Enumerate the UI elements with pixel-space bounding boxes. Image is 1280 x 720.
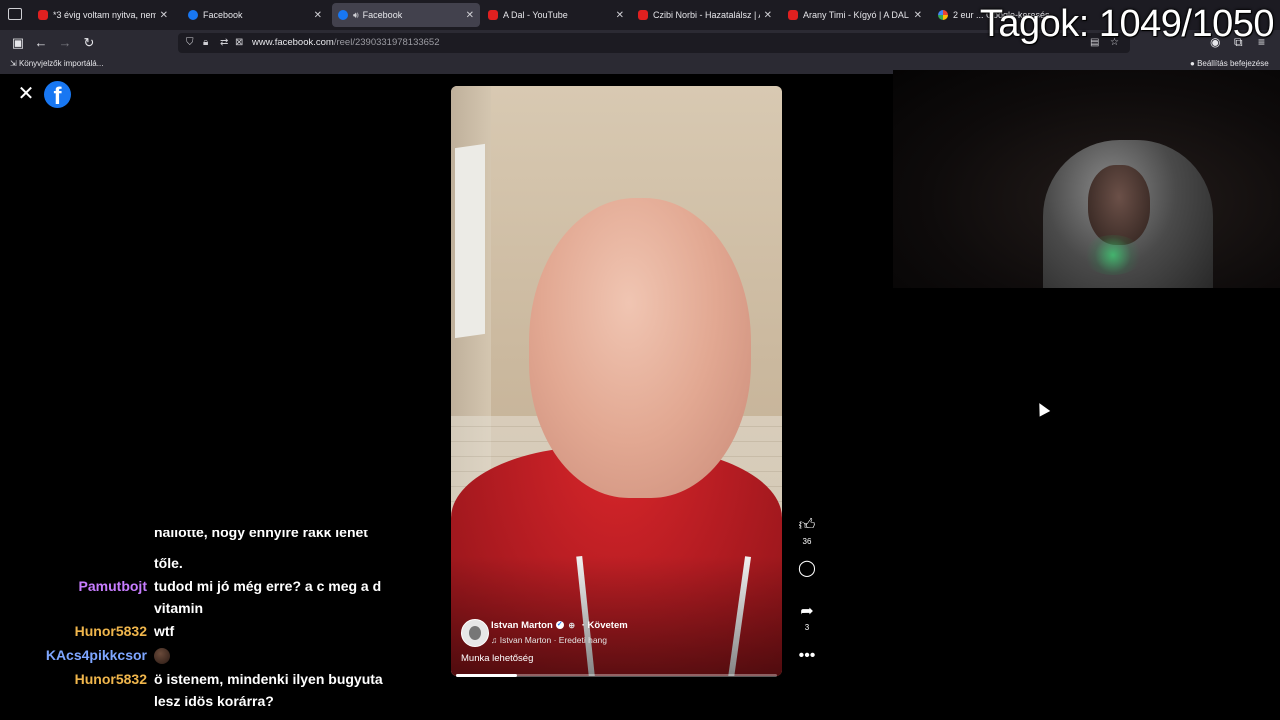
- follow-button[interactable]: · Követem: [582, 620, 628, 631]
- author-name[interactable]: Istvan Marton: [491, 620, 553, 631]
- url-domain: www.facebook.com: [252, 37, 334, 48]
- emote-icon: [154, 648, 170, 665]
- close-tab-icon[interactable]: ✕: [616, 10, 624, 21]
- lock-icon[interactable]: 🔒︎: [203, 37, 208, 48]
- chat-user: Pamutbojt: [78, 578, 147, 594]
- thumbs-up-icon: 👍︎: [798, 517, 816, 534]
- sound-line[interactable]: ♫ Istvan Marton · Eredeti hang: [491, 635, 607, 645]
- tab-label: Czibi Norbi - Hazatalálsz | A DAL: [653, 10, 760, 20]
- video-progress-fill: [456, 674, 517, 677]
- chat-user: KAcs4pikkcsor: [45, 647, 147, 663]
- google-icon: [938, 10, 948, 20]
- facebook-logo[interactable]: f: [44, 81, 71, 108]
- chat-message: ö istenem, mindenki ilyen bugyuta lesz i…: [154, 671, 383, 709]
- chat-user: Hunor5832: [74, 671, 147, 687]
- chat-user: [0, 530, 154, 543]
- tab-label: *3 évig voltam nyitva, nem szer: [53, 10, 156, 20]
- verified-icon: ✓: [555, 621, 564, 630]
- close-icon[interactable]: ✕: [16, 84, 36, 104]
- facebook-icon: [338, 10, 348, 20]
- tab-youtube-3[interactable]: Czibi Norbi - Hazatalálsz | A DAL ✕: [632, 3, 778, 27]
- chat-message: [154, 644, 394, 666]
- music-note-icon: ♫: [491, 635, 498, 645]
- like-count: 36: [802, 537, 812, 546]
- share-count: 3: [804, 623, 810, 632]
- close-tab-icon[interactable]: ✕: [160, 10, 168, 21]
- bookmark-import[interactable]: ⇲ Könyvjelzők importálá...: [10, 59, 103, 68]
- chat-user: Hunor5832: [74, 623, 147, 639]
- green-light: [1083, 235, 1143, 275]
- share-icon: ➦: [800, 603, 814, 620]
- tab-youtube-2[interactable]: A Dal - YouTube ✕: [482, 3, 630, 27]
- author-line: Istvan Marton ✓ ⊕ · Követem: [491, 620, 628, 631]
- chat-message: hallotte, hogy ennyire rakk lehet: [154, 530, 368, 540]
- bookmark-import-label: Könyvjelzők importálá...: [18, 59, 104, 68]
- chat-line: Pamutbojt tudod mi jó még erre? a c meg …: [0, 575, 394, 619]
- chat-line: Hunor5832 ö istenem, mindenki ilyen bugy…: [0, 668, 394, 712]
- reload-icon[interactable]: ↻: [81, 35, 97, 51]
- youtube-icon: [488, 10, 498, 20]
- comment-button[interactable]: ◯: [796, 560, 818, 578]
- chat-line: hallotte, hogy ennyire rakk lehet: [0, 530, 394, 543]
- like-button[interactable]: 👍︎ 36: [796, 517, 818, 547]
- tab-youtube-1[interactable]: *3 évig voltam nyitva, nem szer ✕: [32, 3, 174, 27]
- mouse-cursor-icon: [1034, 400, 1051, 417]
- stream-chat: hallotte, hogy ennyire rakk lehet tőle. …: [0, 530, 420, 720]
- author-avatar[interactable]: [461, 619, 489, 647]
- tab-label: A Dal - YouTube: [503, 10, 568, 20]
- forward-icon[interactable]: →: [57, 35, 73, 51]
- sidebar-icon[interactable]: ▣: [10, 35, 26, 51]
- reel-video[interactable]: [451, 86, 782, 676]
- chat-user: [0, 552, 154, 574]
- tab-youtube-4[interactable]: Arany Timi - Kígyó | A DAL 2026 ✕: [782, 3, 928, 27]
- youtube-icon: [788, 10, 798, 20]
- chat-message: tudod mi jó még erre? a c meg a d vitami…: [154, 578, 382, 616]
- video-progress-bar[interactable]: [456, 674, 777, 677]
- permissions-icon[interactable]: ⇄: [220, 37, 228, 48]
- close-tab-icon[interactable]: ✕: [466, 10, 474, 21]
- chat-message: wtf: [154, 623, 175, 639]
- more-options-button[interactable]: •••: [796, 647, 818, 665]
- facebook-icon: [188, 10, 198, 20]
- close-tab-icon[interactable]: ✕: [314, 10, 322, 21]
- youtube-icon: [638, 10, 648, 20]
- chat-line: KAcs4pikkcsor: [0, 644, 394, 666]
- tab-label: Facebook: [203, 10, 243, 20]
- webcam-overlay: [893, 70, 1280, 288]
- tab-list-icon[interactable]: [8, 8, 22, 20]
- reel-caption: Munka lehetőség: [461, 653, 534, 664]
- url-path: /reel/2390331978133652: [333, 37, 440, 48]
- members-counter: Tagok: 1049/1050: [979, 3, 1275, 45]
- chat-message: tőle.: [154, 555, 183, 571]
- video-paper: [455, 143, 485, 339]
- comment-icon: ◯: [798, 560, 816, 577]
- sound-label: Istvan Marton · Eredeti hang: [499, 635, 608, 645]
- close-tab-icon[interactable]: ✕: [914, 10, 922, 21]
- streamer-face: [1088, 165, 1150, 245]
- tab-label: Facebook: [362, 10, 403, 20]
- shield-icon[interactable]: ⛉: [186, 37, 194, 48]
- bookmark-setup-label: Beállítás befejezése: [1197, 59, 1269, 68]
- chat-line: Hunor5832 wtf: [0, 620, 394, 642]
- close-tab-icon[interactable]: ✕: [764, 10, 772, 21]
- video-head: [529, 198, 751, 498]
- share-button[interactable]: ➦ 3: [796, 603, 818, 633]
- more-icon: •••: [798, 647, 816, 664]
- speaker-icon[interactable]: 🔊︎: [353, 10, 359, 21]
- youtube-icon: [38, 10, 48, 20]
- tab-facebook-1[interactable]: Facebook ✕: [182, 3, 328, 27]
- tab-label: Arany Timi - Kígyó | A DAL 2026: [803, 10, 910, 20]
- bookmark-setup[interactable]: ● Beállítás befejezése: [1190, 59, 1269, 68]
- url-text: www.facebook.com/reel/2390331978133652: [252, 37, 440, 48]
- tab-facebook-active[interactable]: 🔊︎ Facebook ✕: [332, 3, 480, 27]
- back-icon[interactable]: ←: [33, 35, 49, 51]
- globe-icon: ⊕: [568, 621, 576, 630]
- chat-line: tőle.: [0, 552, 394, 574]
- tracking-icon[interactable]: ⊠: [235, 37, 243, 48]
